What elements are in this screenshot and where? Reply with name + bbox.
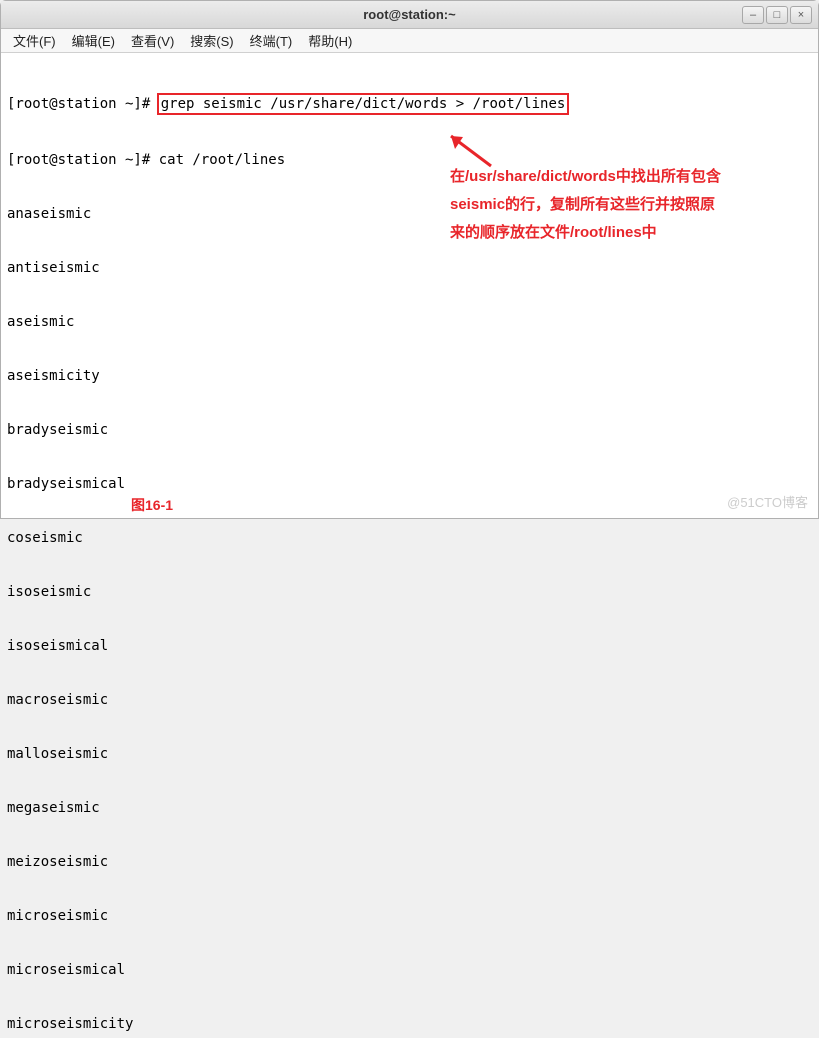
output-line: macroseismic (7, 691, 812, 709)
output-line: coseismic (7, 529, 812, 547)
figure-label: 图16-1 (131, 496, 173, 514)
window-titlebar: root@station:~ – □ × (1, 1, 818, 29)
close-button[interactable]: × (790, 6, 812, 24)
menu-edit[interactable]: 编辑(E) (66, 29, 121, 52)
output-line: microseismical (7, 961, 812, 979)
menubar: 文件(F) 编辑(E) 查看(V) 搜索(S) 终端(T) 帮助(H) (1, 29, 818, 53)
output-line: isoseismic (7, 583, 812, 601)
menu-help[interactable]: 帮助(H) (302, 29, 358, 52)
output-line: antiseismic (7, 259, 812, 277)
menu-terminal[interactable]: 终端(T) (244, 29, 299, 52)
minimize-button[interactable]: – (742, 6, 764, 24)
output-line: isoseismical (7, 637, 812, 655)
output-line: aseismicity (7, 367, 812, 385)
watermark: @51CTO博客 (727, 494, 808, 512)
maximize-button[interactable]: □ (766, 6, 788, 24)
output-line: bradyseismic (7, 421, 812, 439)
terminal-area[interactable]: [root@station ~]# grep seismic /usr/shar… (1, 53, 818, 518)
menu-view[interactable]: 查看(V) (125, 29, 180, 52)
output-line: bradyseismical (7, 475, 812, 493)
output-line: microseismicity (7, 1015, 812, 1033)
output-line: megaseismic (7, 799, 812, 817)
output-line: meizoseismic (7, 853, 812, 871)
highlighted-command: grep seismic /usr/share/dict/words > /ro… (157, 93, 570, 115)
window-title: root@station:~ (1, 7, 818, 22)
output-line: malloseismic (7, 745, 812, 763)
command-line-1: [root@station ~]# grep seismic /usr/shar… (7, 93, 812, 115)
output-line: microseismic (7, 907, 812, 925)
menu-search[interactable]: 搜索(S) (184, 29, 239, 52)
prompt: [root@station ~]# (7, 96, 159, 112)
window-controls: – □ × (742, 6, 812, 24)
annotation-text: 在/usr/share/dict/words中找出所有包含seismic的行，复… (450, 163, 730, 247)
output-line: aseismic (7, 313, 812, 331)
menu-file[interactable]: 文件(F) (7, 29, 62, 52)
prompt: [root@station ~]# (7, 152, 159, 168)
command-text: cat /root/lines (159, 152, 285, 168)
